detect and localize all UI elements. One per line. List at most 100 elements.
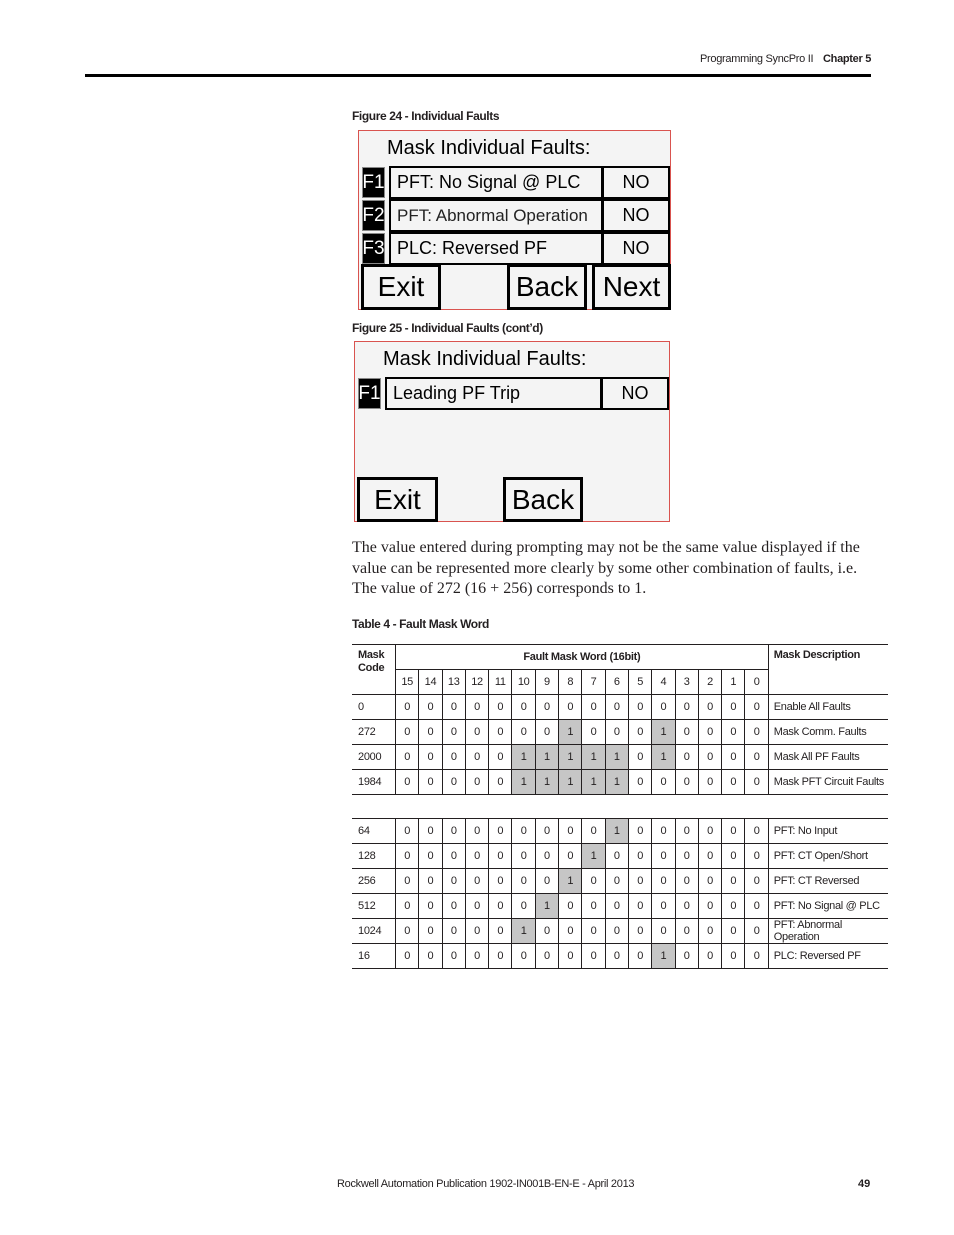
footer-publication: Rockwell Automation Publication 1902-IN0… bbox=[337, 1178, 635, 1190]
figure-24-hmi-screen: Mask Individual Faults: F1 PFT: No Signa… bbox=[358, 130, 671, 310]
bit-header: 9 bbox=[534, 669, 559, 695]
fault-mask-value[interactable]: NO bbox=[601, 232, 670, 265]
bit-cell: 0 bbox=[674, 918, 699, 944]
bit-cell: 0 bbox=[604, 868, 629, 894]
next-button[interactable]: Next bbox=[592, 264, 671, 310]
fault-mask-value[interactable]: NO bbox=[600, 377, 669, 410]
exit-button[interactable]: Exit bbox=[361, 264, 441, 310]
bit-cell: 0 bbox=[651, 843, 676, 869]
bit-cell-set: 1 bbox=[511, 744, 536, 770]
bit-cell: 0 bbox=[418, 918, 443, 944]
bit-header: 7 bbox=[581, 669, 606, 695]
bit-cell: 0 bbox=[441, 694, 466, 720]
figure-25-caption: Figure 25 - Individual Faults (cont’d) bbox=[352, 321, 543, 335]
bit-cell: 0 bbox=[418, 769, 443, 795]
bit-cell-set: 1 bbox=[511, 918, 536, 944]
bit-cell: 0 bbox=[418, 744, 443, 770]
exit-button[interactable]: Exit bbox=[357, 477, 438, 522]
mask-group-1: 0 0 0 0 0 0 0 0 0 0 0 0 0 0 0 0 0 Enable All Faults 272 0 0 0… bbox=[352, 694, 888, 795]
bit-cell: 0 bbox=[581, 918, 606, 944]
bit-cell-set: 1 bbox=[581, 769, 606, 795]
bit-cell: 0 bbox=[697, 769, 722, 795]
f1-key[interactable]: F1 bbox=[358, 378, 381, 409]
mask-code-header: Mask Code bbox=[358, 649, 385, 674]
bit-cell: 0 bbox=[674, 843, 699, 869]
mask-code-cell: 0 bbox=[358, 701, 364, 713]
fault-label: Leading PF Trip bbox=[385, 377, 602, 410]
bit-cell: 0 bbox=[511, 943, 536, 969]
bit-cell: 0 bbox=[721, 818, 745, 844]
bit-cell-set: 1 bbox=[534, 769, 559, 795]
mask-code-cell: 64 bbox=[358, 825, 370, 837]
bit-cell: 0 bbox=[558, 918, 582, 944]
figure-24-caption: Figure 24 - Individual Faults bbox=[352, 109, 500, 123]
mask-description-cell: PFT: No Signal @ PLC bbox=[767, 893, 888, 919]
bit-cell: 0 bbox=[558, 943, 582, 969]
f2-key[interactable]: F2 bbox=[362, 200, 385, 231]
bit-cell: 0 bbox=[511, 694, 536, 720]
fault-mask-word-header: Fault Mask Word (16bit) bbox=[395, 644, 769, 670]
mask-code-cell: 128 bbox=[358, 850, 376, 862]
back-button[interactable]: Back bbox=[507, 264, 587, 310]
bit-cell: 0 bbox=[697, 719, 722, 745]
bit-cell: 0 bbox=[581, 893, 606, 919]
bit-cell: 0 bbox=[627, 918, 652, 944]
bit-cell: 0 bbox=[651, 868, 676, 894]
bit-cell-set: 1 bbox=[581, 744, 606, 770]
bit-cell: 0 bbox=[534, 868, 559, 894]
mask-description-cell: Mask PFT Circuit Faults bbox=[767, 769, 888, 795]
bit-header: 14 bbox=[418, 669, 443, 695]
bit-cell: 0 bbox=[627, 744, 652, 770]
bit-cell-set: 1 bbox=[558, 744, 582, 770]
bit-cell: 0 bbox=[464, 868, 489, 894]
bit-cell: 0 bbox=[418, 818, 443, 844]
bit-cell-set: 1 bbox=[558, 719, 582, 745]
bit-cell-set: 1 bbox=[558, 769, 582, 795]
mask-code-cell: 1024 bbox=[358, 925, 382, 937]
f1-key[interactable]: F1 bbox=[362, 167, 385, 198]
bit-cell: 0 bbox=[674, 818, 699, 844]
back-button[interactable]: Back bbox=[503, 477, 583, 522]
bit-cell: 0 bbox=[604, 893, 629, 919]
fault-label: PFT: No Signal @ PLC bbox=[389, 166, 603, 199]
table-row: 1984 0 0 0 0 0 1 1 1 1 1 0 0 0 0 0 0 Mask PFT Circuit Fau… bbox=[352, 769, 888, 795]
bit-cell-set: 1 bbox=[558, 868, 582, 894]
bit-header: 1 bbox=[721, 669, 745, 695]
mask-description-cell: PLC: Reversed PF bbox=[767, 943, 888, 969]
bit-cell: 0 bbox=[511, 719, 536, 745]
fault-mask-value[interactable]: NO bbox=[601, 166, 670, 199]
mask-description-cell: Mask All PF Faults bbox=[767, 744, 888, 770]
bit-header: 4 bbox=[651, 669, 676, 695]
bit-cell: 0 bbox=[674, 769, 699, 795]
bit-cell: 0 bbox=[721, 918, 745, 944]
bit-cell-set: 1 bbox=[581, 843, 606, 869]
bit-cell: 0 bbox=[744, 843, 769, 869]
bit-header: 15 bbox=[394, 669, 419, 695]
bit-cell: 0 bbox=[394, 818, 419, 844]
bit-cell: 0 bbox=[744, 769, 769, 795]
f3-key[interactable]: F3 bbox=[362, 233, 385, 264]
fault-mask-value[interactable]: NO bbox=[601, 199, 670, 232]
bit-cell: 0 bbox=[721, 943, 745, 969]
bit-cell: 0 bbox=[488, 868, 512, 894]
bit-cell: 0 bbox=[744, 744, 769, 770]
bit-cell: 0 bbox=[488, 719, 512, 745]
bit-header: 11 bbox=[488, 669, 512, 695]
bit-cell: 0 bbox=[697, 868, 722, 894]
mask-code-cell: 16 bbox=[358, 950, 370, 962]
bit-cell: 0 bbox=[534, 843, 559, 869]
running-header-chapter: Chapter 5 bbox=[823, 53, 872, 65]
bit-cell: 0 bbox=[744, 943, 769, 969]
bit-cell: 0 bbox=[651, 893, 676, 919]
bit-header: 0 bbox=[744, 669, 769, 695]
bit-header: 12 bbox=[464, 669, 489, 695]
bit-cell: 0 bbox=[394, 918, 419, 944]
mask-description-cell: Enable All Faults bbox=[767, 694, 888, 720]
bit-cell: 0 bbox=[651, 818, 676, 844]
bit-cell: 0 bbox=[604, 943, 629, 969]
bit-cell: 0 bbox=[697, 918, 722, 944]
bit-cell: 0 bbox=[697, 818, 722, 844]
bit-cell: 0 bbox=[581, 694, 606, 720]
bit-cell: 0 bbox=[534, 818, 559, 844]
bit-cell: 0 bbox=[744, 818, 769, 844]
